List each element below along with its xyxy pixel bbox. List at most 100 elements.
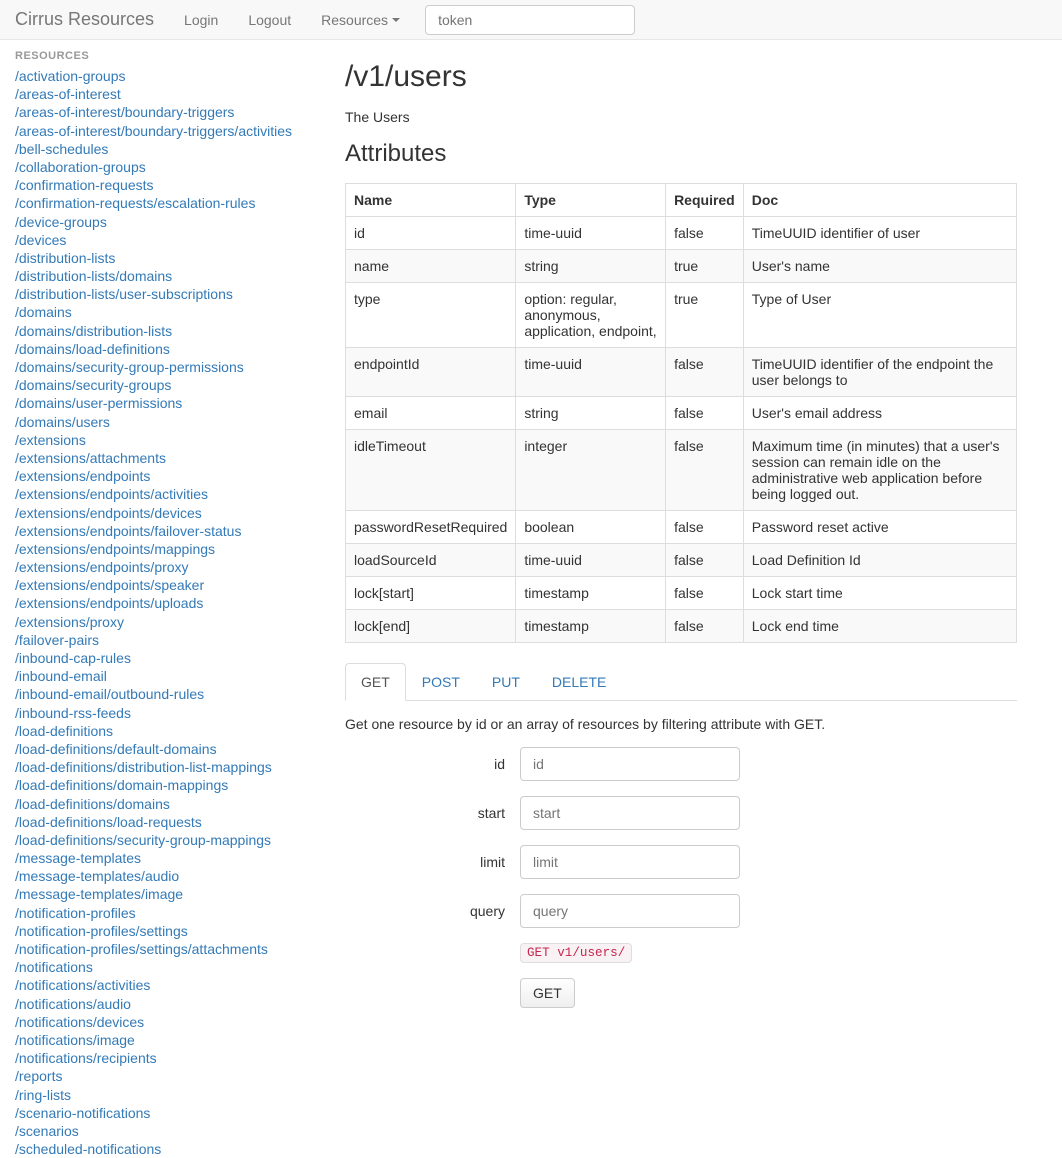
sidebar-item[interactable]: /bell-schedules — [15, 140, 315, 158]
cell-name: lock[end] — [346, 610, 516, 643]
sidebar-item[interactable]: /distribution-lists — [15, 249, 315, 267]
sidebar-item[interactable]: /message-templates/image — [15, 885, 315, 903]
cell-required: true — [666, 283, 744, 348]
sidebar-item[interactable]: /notifications/recipients — [15, 1049, 315, 1067]
sidebar-item[interactable]: /scenario-notifications — [15, 1104, 315, 1122]
input-limit[interactable] — [520, 845, 740, 879]
cell-name: idleTimeout — [346, 430, 516, 511]
sidebar-item[interactable]: /areas-of-interest — [15, 85, 315, 103]
sidebar-item[interactable]: /load-definitions/distribution-list-mapp… — [15, 758, 315, 776]
logout-link[interactable]: Logout — [233, 4, 306, 36]
sidebar-item[interactable]: /extensions — [15, 431, 315, 449]
cell-required: true — [666, 250, 744, 283]
get-button[interactable]: GET — [520, 978, 575, 1008]
sidebar-item[interactable]: /collaboration-groups — [15, 158, 315, 176]
sidebar-item[interactable]: /distribution-lists/domains — [15, 267, 315, 285]
sidebar-item[interactable]: /load-definitions — [15, 722, 315, 740]
sidebar-item[interactable]: /extensions/proxy — [15, 613, 315, 631]
sidebar-item[interactable]: /notification-profiles/settings — [15, 922, 315, 940]
sidebar-item[interactable]: /activation-groups — [15, 67, 315, 85]
resources-label: Resources — [321, 12, 388, 28]
sidebar-item[interactable]: /notification-profiles — [15, 904, 315, 922]
sidebar-item[interactable]: /notifications — [15, 958, 315, 976]
cell-doc: TimeUUID identifier of the endpoint the … — [743, 348, 1016, 397]
input-id[interactable] — [520, 747, 740, 781]
sidebar-item[interactable]: /device-groups — [15, 213, 315, 231]
sidebar-item[interactable]: /domains/user-permissions — [15, 394, 315, 412]
sidebar-item[interactable]: /areas-of-interest/boundary-triggers — [15, 103, 315, 121]
cell-type: option: regular, anonymous, application,… — [516, 283, 666, 348]
tab-post[interactable]: POST — [406, 663, 476, 701]
sidebar-item[interactable]: /devices — [15, 231, 315, 249]
resources-dropdown[interactable]: Resources — [306, 4, 415, 36]
sidebar-item[interactable]: /extensions/endpoints/devices — [15, 504, 315, 522]
brand-link[interactable]: Cirrus Resources — [15, 1, 169, 38]
sidebar-item[interactable]: /notifications/audio — [15, 995, 315, 1013]
cell-doc: Type of User — [743, 283, 1016, 348]
cell-doc: User's name — [743, 250, 1016, 283]
sidebar-item[interactable]: /inbound-email/outbound-rules — [15, 685, 315, 703]
sidebar-item[interactable]: /load-definitions/load-requests — [15, 813, 315, 831]
token-input[interactable] — [425, 5, 635, 35]
sidebar-item[interactable]: /message-templates — [15, 849, 315, 867]
cell-doc: Lock start time — [743, 577, 1016, 610]
cell-type: string — [516, 397, 666, 430]
input-start[interactable] — [520, 796, 740, 830]
sidebar-item[interactable]: /load-definitions/security-group-mapping… — [15, 831, 315, 849]
sidebar-item[interactable]: /inbound-email — [15, 667, 315, 685]
th-doc: Doc — [743, 184, 1016, 217]
sidebar-item[interactable]: /notifications/devices — [15, 1013, 315, 1031]
sidebar-item[interactable]: /scenarios — [15, 1122, 315, 1140]
table-row: typeoption: regular, anonymous, applicat… — [346, 283, 1017, 348]
cell-type: integer — [516, 430, 666, 511]
sidebar-item[interactable]: /extensions/endpoints — [15, 467, 315, 485]
input-query[interactable] — [520, 894, 740, 928]
sidebar-item[interactable]: /domains — [15, 303, 315, 321]
sidebar-item[interactable]: /domains/security-group-permissions — [15, 358, 315, 376]
cell-required: false — [666, 348, 744, 397]
sidebar-item[interactable]: /areas-of-interest/boundary-triggers/act… — [15, 122, 315, 140]
sidebar-list: /activation-groups/areas-of-interest/are… — [15, 67, 315, 1158]
sidebar-item[interactable]: /inbound-rss-feeds — [15, 704, 315, 722]
sidebar-item[interactable]: /distribution-lists/user-subscriptions — [15, 285, 315, 303]
sidebar-item[interactable]: /extensions/endpoints/activities — [15, 485, 315, 503]
sidebar-item[interactable]: /confirmation-requests — [15, 176, 315, 194]
table-row: endpointIdtime-uuidfalseTimeUUID identif… — [346, 348, 1017, 397]
sidebar-item[interactable]: /message-templates/audio — [15, 867, 315, 885]
cell-type: timestamp — [516, 610, 666, 643]
login-link[interactable]: Login — [169, 4, 233, 36]
sidebar-item[interactable]: /ring-lists — [15, 1086, 315, 1104]
sidebar-item[interactable]: /reports — [15, 1067, 315, 1085]
sidebar-item[interactable]: /extensions/endpoints/failover-status — [15, 522, 315, 540]
cell-name: id — [346, 217, 516, 250]
tab-get[interactable]: GET — [345, 663, 406, 701]
sidebar-item[interactable]: /extensions/endpoints/speaker — [15, 576, 315, 594]
table-row: idleTimeoutintegerfalseMaximum time (in … — [346, 430, 1017, 511]
sidebar-item[interactable]: /notifications/image — [15, 1031, 315, 1049]
sidebar: RESOURCES /activation-groups/areas-of-in… — [15, 50, 315, 1158]
sidebar-item[interactable]: /notification-profiles/settings/attachme… — [15, 940, 315, 958]
sidebar-item[interactable]: /extensions/endpoints/mappings — [15, 540, 315, 558]
sidebar-item[interactable]: /extensions/endpoints/uploads — [15, 594, 315, 612]
sidebar-item[interactable]: /domains/users — [15, 413, 315, 431]
sidebar-item[interactable]: /load-definitions/domains — [15, 795, 315, 813]
cell-name: lock[start] — [346, 577, 516, 610]
label-id: id — [345, 756, 505, 772]
cell-required: false — [666, 577, 744, 610]
tab-put[interactable]: PUT — [476, 663, 536, 701]
sidebar-item[interactable]: /confirmation-requests/escalation-rules — [15, 194, 315, 212]
sidebar-item[interactable]: /load-definitions/domain-mappings — [15, 776, 315, 794]
sidebar-item[interactable]: /extensions/endpoints/proxy — [15, 558, 315, 576]
cell-type: string — [516, 250, 666, 283]
sidebar-item[interactable]: /domains/security-groups — [15, 376, 315, 394]
sidebar-item[interactable]: /domains/distribution-lists — [15, 322, 315, 340]
sidebar-item[interactable]: /domains/load-definitions — [15, 340, 315, 358]
sidebar-item[interactable]: /notifications/activities — [15, 976, 315, 994]
cell-doc: Load Definition Id — [743, 544, 1016, 577]
sidebar-item[interactable]: /scheduled-notifications — [15, 1140, 315, 1158]
sidebar-item[interactable]: /inbound-cap-rules — [15, 649, 315, 667]
sidebar-item[interactable]: /load-definitions/default-domains — [15, 740, 315, 758]
sidebar-item[interactable]: /failover-pairs — [15, 631, 315, 649]
sidebar-item[interactable]: /extensions/attachments — [15, 449, 315, 467]
tab-delete[interactable]: DELETE — [536, 663, 622, 701]
